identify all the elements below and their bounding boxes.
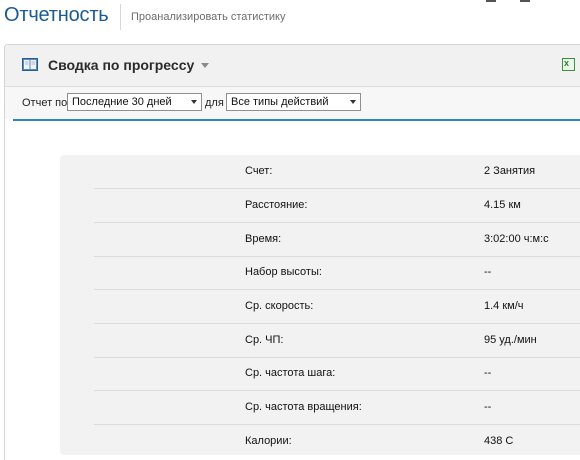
stat-label: Время: — [245, 233, 282, 245]
stat-row-calories: Калории: 438 С — [94, 425, 580, 459]
stat-value: 438 С — [484, 435, 514, 447]
stat-label: Ср. частота вращения: — [245, 401, 362, 413]
page-header: Отчетность Проанализировать статистику — [0, 0, 580, 40]
stat-label: Набор высоты: — [245, 266, 322, 278]
book-icon — [22, 58, 38, 71]
stat-value: -- — [484, 401, 492, 413]
filter-bar: Отчет по Последние 30 дней для Все типы … — [5, 87, 580, 119]
stat-value: 2 Занятия — [484, 165, 536, 177]
stat-label: Ср. ЧП: — [245, 334, 284, 346]
progress-summary-panel: Сводка по прогрессу x Отчет по Последние… — [4, 44, 580, 460]
stat-row-avg-cadence: Ср. частота вращения: -- — [94, 391, 580, 425]
stat-row-distance: Расстояние: 4.15 км — [94, 189, 580, 223]
report-by-label: Отчет по — [22, 97, 68, 109]
stat-value: -- — [484, 367, 492, 379]
stat-row-avg-speed: Ср. скорость: 1.4 км/ч — [94, 290, 580, 324]
stat-value: 3:02:00 ч:м:с — [484, 233, 549, 245]
stat-value: -- — [484, 266, 492, 278]
accent-divider — [13, 119, 580, 121]
stats-summary: Счет: 2 Занятия Расстояние: 4.15 км Врем… — [60, 155, 580, 455]
title-divider — [120, 4, 121, 30]
stat-row-time: Время: 3:02:00 ч:м:с — [94, 223, 580, 257]
stat-value: 1.4 км/ч — [484, 300, 524, 312]
panel-header: Сводка по прогрессу x — [5, 45, 580, 87]
stat-label: Ср. скорость: — [245, 300, 314, 312]
stat-row-avg-step-rate: Ср. частота шага: -- — [94, 357, 580, 391]
top-mark-left — [486, 0, 496, 2]
stat-row-count: Счет: 2 Занятия — [94, 155, 580, 189]
activity-select-value: Все типы действий — [231, 96, 329, 108]
stat-value: 4.15 км — [484, 199, 521, 211]
top-mark-right — [520, 0, 530, 2]
page-subtitle: Проанализировать статистику — [131, 11, 286, 23]
stat-label: Расстояние: — [245, 199, 308, 211]
chevron-down-icon — [191, 100, 197, 104]
stat-row-avg-heart-rate: Ср. ЧП: 95 уд./мин — [94, 324, 580, 358]
activity-type-select[interactable]: Все типы действий — [226, 93, 361, 111]
stat-value: 95 уд./мин — [484, 334, 537, 346]
page-title: Отчетность — [4, 4, 109, 26]
stat-label: Калории: — [245, 435, 292, 447]
panel-title[interactable]: Сводка по прогрессу — [48, 57, 194, 73]
chevron-down-icon[interactable] — [201, 63, 209, 68]
stat-label: Счет: — [245, 165, 273, 177]
for-label: для — [205, 97, 224, 109]
period-select-value: Последние 30 дней — [72, 96, 172, 108]
period-select[interactable]: Последние 30 дней — [67, 93, 202, 111]
excel-export-icon[interactable]: x — [562, 58, 575, 71]
stat-row-elevation-gain: Набор высоты: -- — [94, 256, 580, 290]
chevron-down-icon — [350, 100, 356, 104]
stat-label: Ср. частота шага: — [245, 367, 336, 379]
